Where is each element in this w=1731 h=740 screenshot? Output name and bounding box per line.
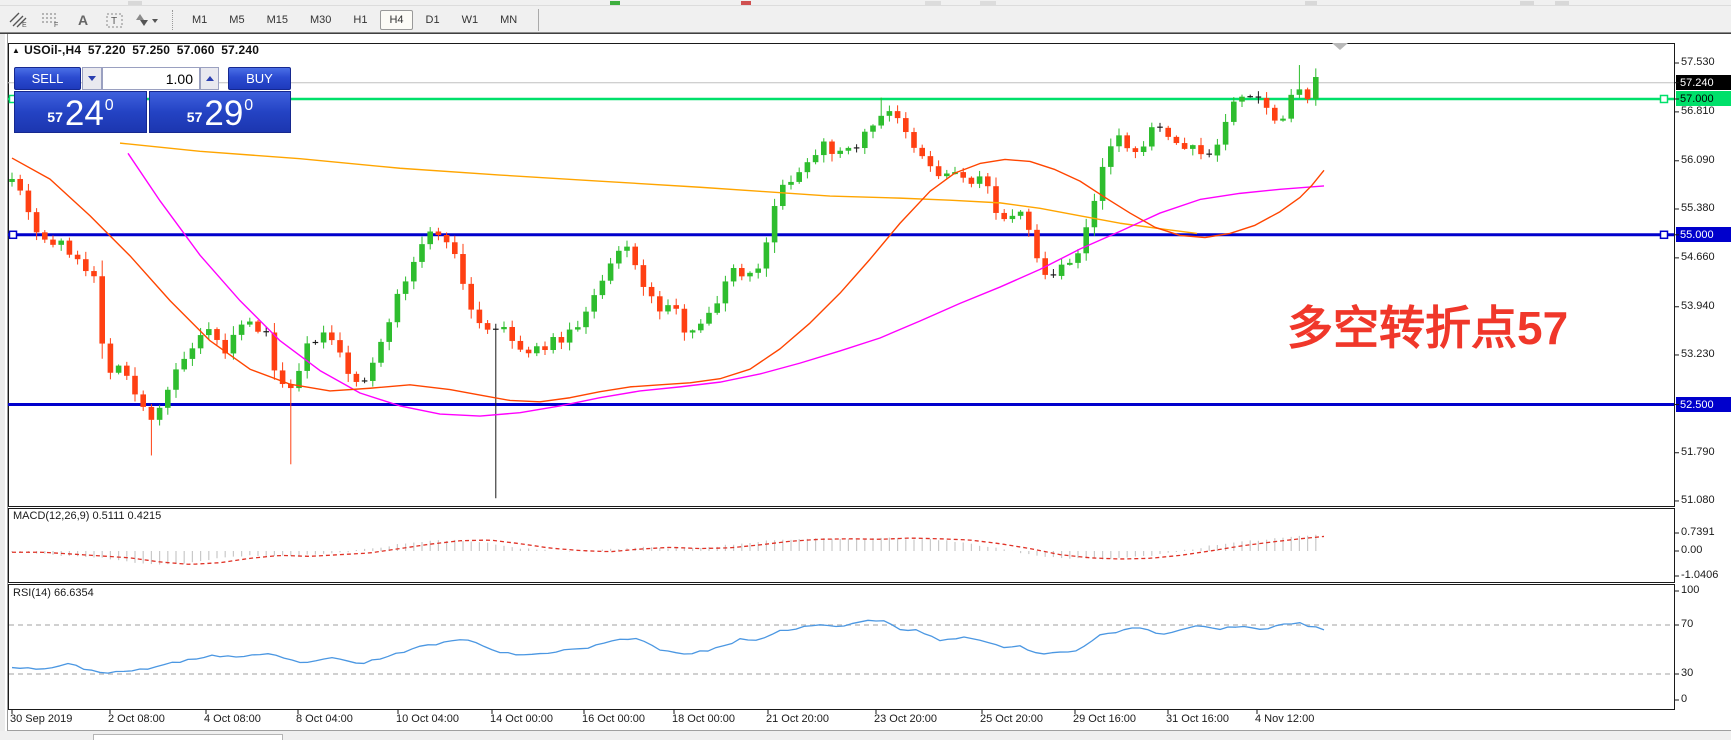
macd-axis-label: -1.0406: [1681, 569, 1731, 581]
macd-indicator-label: MACD(12,26,9) 0.5111 0.4215: [13, 510, 161, 522]
price-tag: 55.000: [1676, 227, 1731, 242]
time-axis-label: 4 Nov 12:00: [1255, 713, 1314, 725]
drawing-tools-group: EFAT: [0, 10, 160, 30]
time-axis-label: 8 Oct 04:00: [296, 713, 353, 725]
clipped-icon: [741, 1, 751, 5]
buy-price-display[interactable]: 57 29 0: [149, 91, 291, 133]
symbol-name: USOil-,H4: [24, 43, 81, 57]
rsi-axis-label: 30: [1681, 667, 1731, 679]
time-axis-label: 29 Oct 16:00: [1073, 713, 1136, 725]
time-axis-label: 16 Oct 00:00: [582, 713, 645, 725]
chart-title: ▲ USOil-,H4 57.220 57.250 57.060 57.240: [12, 43, 262, 57]
volume-increase-button[interactable]: [200, 67, 219, 90]
volume-input[interactable]: [102, 67, 200, 90]
time-axis-label: 10 Oct 04:00: [396, 713, 459, 725]
clipped-icon: [1555, 1, 1569, 5]
clipped-icon: [925, 1, 941, 5]
price-axis-label: 57.530: [1681, 56, 1731, 68]
sell-button[interactable]: SELL: [14, 67, 81, 90]
chevron-up-icon: [206, 76, 214, 81]
time-axis-label: 25 Oct 20:00: [980, 713, 1043, 725]
mt4-terminal: E F A T M1M5M15M30H1H4D1W1MN ▲ USOil-,H4 57.…: [0, 0, 1731, 740]
buy-button-label: BUY: [246, 71, 273, 86]
rsi-axis-label: 70: [1681, 618, 1731, 630]
chart-canvas: [0, 34, 1731, 740]
buy-price-pips: 29: [204, 99, 243, 129]
buy-price-point: 0: [244, 97, 253, 115]
timeframe-button-D1[interactable]: D1: [417, 10, 449, 30]
clipped-icon: [1520, 1, 1534, 5]
svg-text:F: F: [54, 22, 58, 28]
window-left-edge: [0, 34, 8, 731]
price-axis-label: 51.080: [1681, 494, 1731, 506]
clipped-icon: [128, 1, 142, 5]
time-axis-label: 2 Oct 08:00: [108, 713, 165, 725]
time-axis-label: 4 Oct 08:00: [204, 713, 261, 725]
rsi-indicator-label: RSI(14) 66.6354: [13, 587, 94, 599]
equidistant-channel-icon[interactable]: E: [6, 10, 32, 30]
sell-price-display[interactable]: 57 24 0: [14, 91, 147, 133]
time-axis-label: 23 Oct 20:00: [874, 713, 937, 725]
svg-text:E: E: [22, 22, 27, 28]
timeframe-button-MN[interactable]: MN: [491, 10, 526, 30]
clipped-toolbar-row: [0, 0, 1731, 6]
macd-axis-label: 0.00: [1681, 544, 1731, 556]
sell-button-label: SELL: [32, 71, 64, 86]
price-tag: 57.000: [1676, 91, 1731, 106]
price-axis-label: 53.940: [1681, 300, 1731, 312]
chevron-down-icon: [88, 76, 96, 81]
symbol-triangle-icon: ▲: [12, 46, 20, 55]
timeframe-button-M30[interactable]: M30: [301, 10, 340, 30]
sell-price-major: 57: [47, 109, 63, 125]
ohlc-open: 57.220: [88, 43, 126, 57]
rsi-axis-label: 0: [1681, 693, 1731, 705]
buy-button[interactable]: BUY: [228, 67, 291, 90]
timeframe-button-H4[interactable]: H4: [380, 10, 412, 30]
text-box-icon[interactable]: T: [102, 10, 128, 30]
clipped-icon: [1305, 1, 1317, 5]
timeframe-button-M1[interactable]: M1: [183, 10, 216, 30]
time-axis-label: 30 Sep 2019: [10, 713, 72, 725]
clipped-icon: [980, 1, 996, 5]
ohlc-close: 57.240: [221, 43, 259, 57]
rsi-axis-label: 100: [1681, 584, 1731, 596]
shapes-dropdown-icon[interactable]: [134, 10, 160, 30]
fibonacci-retracement-icon[interactable]: F: [38, 10, 64, 30]
price-axis-label: 51.790: [1681, 446, 1731, 458]
text-label-icon[interactable]: A: [70, 10, 96, 30]
ohlc-high: 57.250: [132, 43, 170, 57]
ohlc-low: 57.060: [177, 43, 215, 57]
price-axis-label: 53.230: [1681, 348, 1731, 360]
price-axis-label: 54.660: [1681, 251, 1731, 263]
sell-price-point: 0: [105, 97, 114, 115]
price-axis-label: 56.090: [1681, 154, 1731, 166]
timeframe-button-W1[interactable]: W1: [453, 10, 488, 30]
toolbar-separator: [538, 9, 539, 31]
sell-price-pips: 24: [65, 99, 104, 129]
chart-toolbar: E F A T M1M5M15M30H1H4D1W1MN: [0, 7, 1731, 33]
volume-decrease-button[interactable]: [82, 67, 102, 90]
price-tag: 57.240: [1676, 75, 1731, 90]
price-tag: 52.500: [1676, 397, 1731, 412]
time-axis-label: 31 Oct 16:00: [1166, 713, 1229, 725]
buy-price-major: 57: [187, 109, 203, 125]
time-axis-label: 18 Oct 00:00: [672, 713, 735, 725]
clipped-status-bar: [0, 730, 1731, 740]
macd-axis-label: 0.7391: [1681, 526, 1731, 538]
time-axis: 30 Sep 2019 2 Oct 08:00 4 Oct 08:00 8 Oct 0…: [0, 710, 1731, 730]
chart-window: ▲ USOil-,H4 57.220 57.250 57.060 57.240 S…: [0, 33, 1731, 740]
time-axis-label: 14 Oct 00:00: [490, 713, 553, 725]
chart-annotation-text: 多空转折点57: [1287, 292, 1568, 358]
toolbar-separator: [172, 10, 173, 30]
price-axis-label: 56.810: [1681, 105, 1731, 117]
time-axis-label: 21 Oct 20:00: [766, 713, 829, 725]
timeframe-button-M15[interactable]: M15: [258, 10, 297, 30]
svg-text:T: T: [111, 16, 117, 27]
timeframe-group: M1M5M15M30H1H4D1W1MN: [181, 10, 528, 30]
clipped-icon: [610, 1, 620, 5]
price-axis-label: 55.380: [1681, 202, 1731, 214]
timeframe-button-M5[interactable]: M5: [220, 10, 253, 30]
timeframe-button-H1[interactable]: H1: [344, 10, 376, 30]
status-bar-segment: [93, 734, 283, 740]
